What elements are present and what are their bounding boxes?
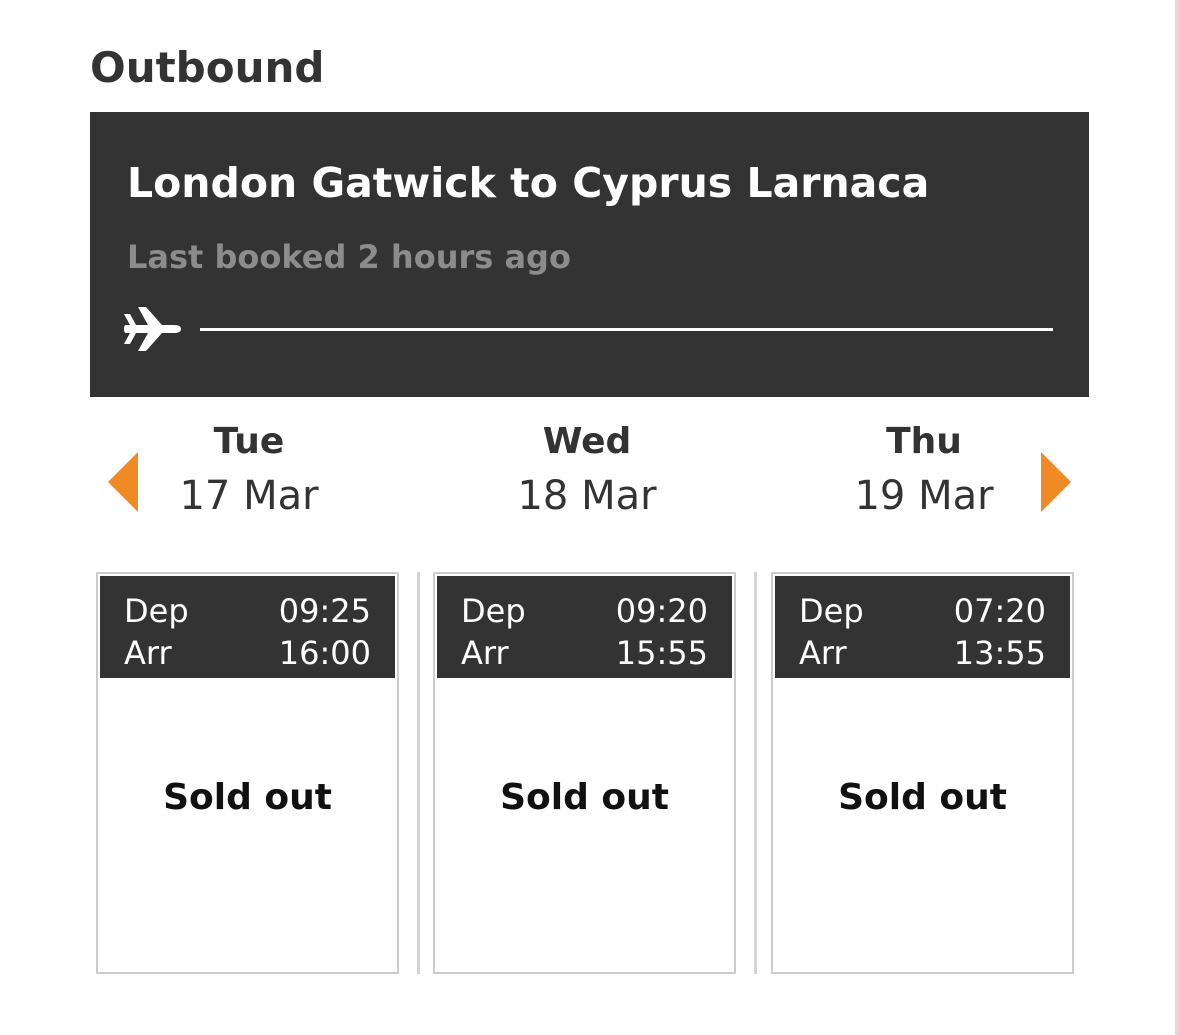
route-title: London Gatwick to Cyprus Larnaca — [127, 159, 930, 207]
day-header-thu: Thu 19 Mar — [774, 418, 1074, 526]
arrival-row: Arr 16:00 — [124, 632, 371, 674]
arrival-row: Arr 15:55 — [461, 632, 708, 674]
route-progress-line — [200, 328, 1053, 331]
card-divider — [417, 572, 420, 974]
day-name: Tue — [213, 421, 285, 462]
route-panel: London Gatwick to Cyprus Larnaca Last bo… — [90, 112, 1089, 397]
day-date: 17 Mar — [179, 473, 319, 519]
day-name: Thu — [886, 421, 962, 462]
day-header-tue: Tue 17 Mar — [99, 418, 399, 526]
flight-times: Dep 09:25 Arr 16:00 — [100, 576, 395, 678]
departure-label: Dep — [461, 592, 526, 630]
flight-card-wed[interactable]: Dep 09:20 Arr 15:55 Sold out — [433, 572, 736, 974]
section-title: Outbound — [90, 43, 325, 92]
day-header-wed: Wed 18 Mar — [437, 418, 737, 526]
flight-times: Dep 09:20 Arr 15:55 — [437, 576, 732, 678]
flight-status: Sold out — [500, 777, 669, 818]
flight-status: Sold out — [838, 777, 1007, 818]
flight-times: Dep 07:20 Arr 13:55 — [775, 576, 1070, 678]
arrival-time: 15:55 — [615, 634, 708, 672]
departure-row: Dep 09:25 — [124, 590, 371, 632]
plane-icon — [124, 307, 181, 351]
departure-label: Dep — [799, 592, 864, 630]
departure-row: Dep 07:20 — [799, 590, 1046, 632]
departure-time: 09:25 — [278, 592, 371, 630]
departure-label: Dep — [124, 592, 189, 630]
flight-card-tue[interactable]: Dep 09:25 Arr 16:00 Sold out — [96, 572, 399, 974]
day-date: 19 Mar — [854, 473, 994, 519]
page-edge-border — [1175, 0, 1179, 1035]
arrival-label: Arr — [124, 634, 172, 672]
arrival-label: Arr — [461, 634, 509, 672]
card-divider — [754, 572, 757, 974]
departure-time: 09:20 — [615, 592, 708, 630]
departure-time: 07:20 — [953, 592, 1046, 630]
arrival-time: 13:55 — [953, 634, 1046, 672]
flight-selection-page: Outbound London Gatwick to Cyprus Larnac… — [0, 0, 1179, 1035]
day-name: Wed — [542, 421, 632, 462]
arrival-row: Arr 13:55 — [799, 632, 1046, 674]
day-date: 18 Mar — [517, 473, 657, 519]
flight-card-thu[interactable]: Dep 07:20 Arr 13:55 Sold out — [771, 572, 1074, 974]
arrival-label: Arr — [799, 634, 847, 672]
last-booked-text: Last booked 2 hours ago — [127, 238, 571, 276]
flight-status: Sold out — [163, 777, 332, 818]
departure-row: Dep 09:20 — [461, 590, 708, 632]
arrival-time: 16:00 — [278, 634, 371, 672]
